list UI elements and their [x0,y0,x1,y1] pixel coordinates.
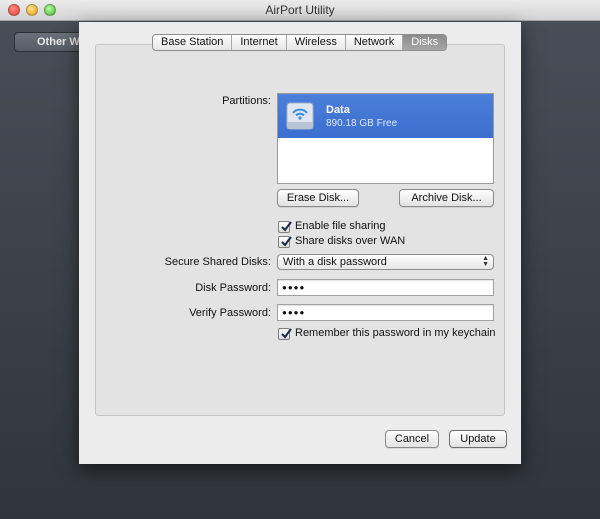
disk-password-label: Disk Password: [195,282,271,294]
archive-disk-button[interactable]: Archive Disk... [399,189,494,207]
verify-password-label: Verify Password: [189,307,271,319]
settings-sheet: Base Station Internet Wireless Network D… [79,22,521,464]
share-over-wan-checkbox[interactable] [278,236,292,248]
tab-disks[interactable]: Disks [403,35,447,50]
wifi-disk-icon [286,100,314,131]
tab-internet[interactable]: Internet [232,35,287,50]
secure-shared-disks-label: Secure Shared Disks: [164,256,271,268]
disk-password-field[interactable]: ●●●● [277,279,494,296]
disk-password-value: ●●●● [282,283,306,292]
title-bar: AirPort Utility [0,0,600,21]
checkmark-icon [281,328,292,339]
minimize-window-icon[interactable] [26,4,38,16]
secure-shared-disks-value: With a disk password [283,256,387,268]
cancel-button[interactable]: Cancel [385,430,439,448]
share-over-wan-label: Share disks over WAN [295,235,406,247]
zoom-window-icon[interactable] [44,4,56,16]
partitions-list[interactable]: Data 890.18 GB Free [277,93,494,184]
checkmark-icon [281,221,292,232]
partition-name: Data [326,104,350,116]
tab-wireless[interactable]: Wireless [287,35,346,50]
tab-network[interactable]: Network [346,35,404,50]
partition-free-space: 890.18 GB Free [326,118,398,129]
remember-keychain-checkbox[interactable] [278,328,292,340]
erase-disk-button[interactable]: Erase Disk... [277,189,359,207]
verify-password-field[interactable]: ●●●● [277,304,494,321]
disks-panel: Partitions: Data 890.18 GB Free Erase Di… [95,44,505,416]
remember-keychain-label: Remember this password in my keychain [295,327,496,339]
verify-password-value: ●●●● [282,308,306,317]
checkmark-icon [281,236,292,247]
partitions-label: Partitions: [222,95,271,107]
update-button[interactable]: Update [449,430,507,448]
partition-row-data[interactable]: Data 890.18 GB Free [278,94,493,138]
background-other-button: Other W [14,32,84,52]
secure-shared-disks-select[interactable]: With a disk password ▲ ▼ [277,254,494,270]
tab-bar: Base Station Internet Wireless Network D… [152,34,448,51]
close-window-icon[interactable] [8,4,20,16]
window-title: AirPort Utility [265,3,335,17]
enable-file-sharing-checkbox[interactable] [278,221,292,233]
select-arrows-icon: ▲ ▼ [482,255,489,268]
tab-base-station[interactable]: Base Station [153,35,233,50]
enable-file-sharing-label: Enable file sharing [295,220,386,232]
